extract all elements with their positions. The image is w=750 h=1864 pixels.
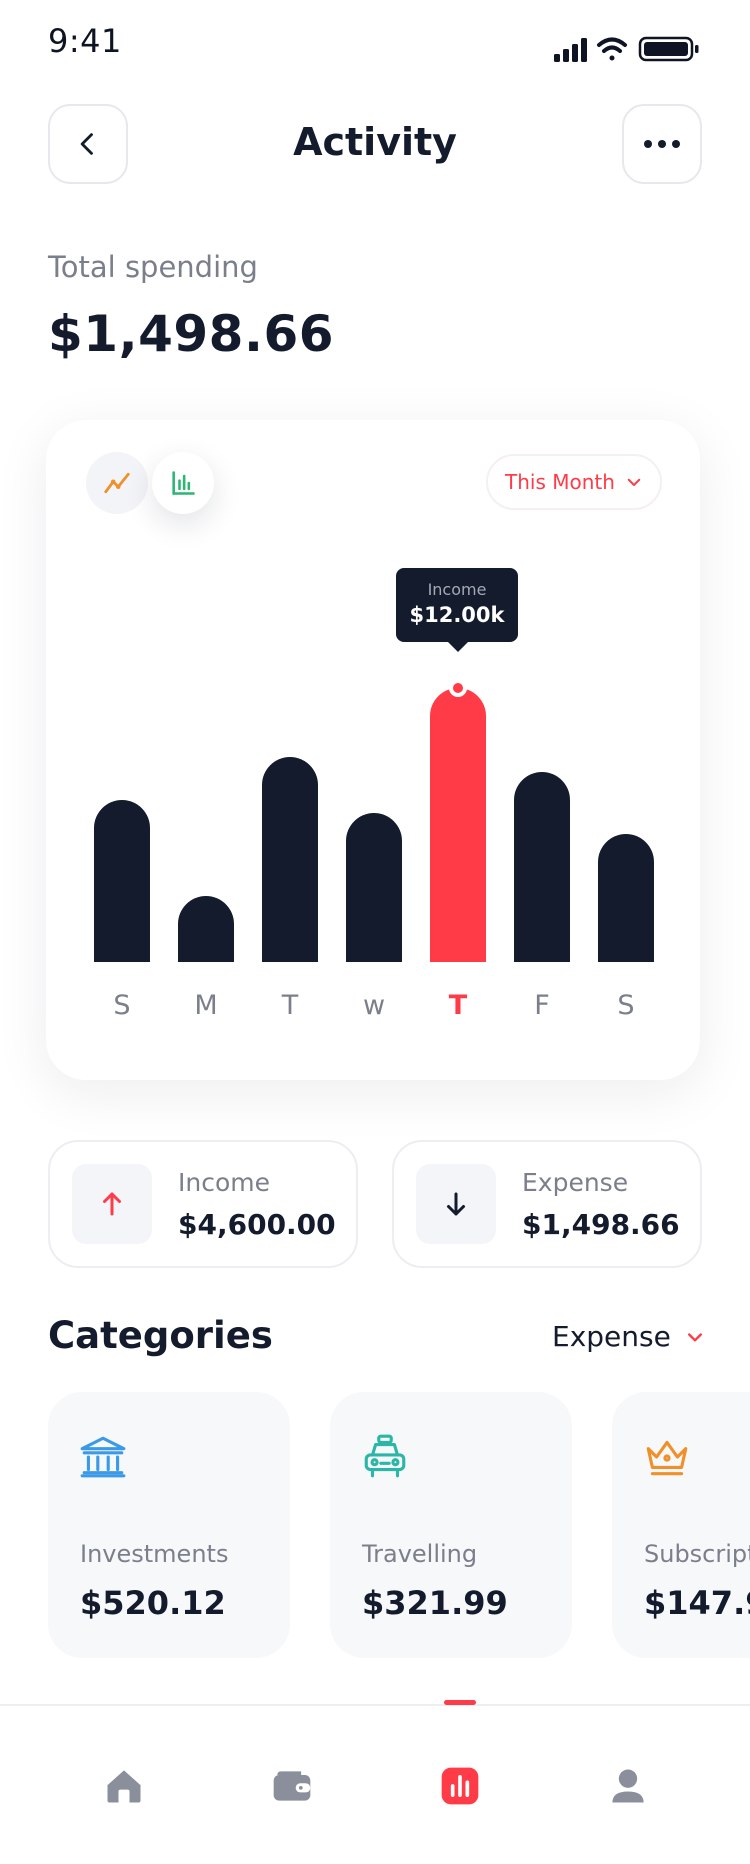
category-value: $147.99 — [644, 1584, 750, 1622]
category-card-travelling[interactable]: Travelling $321.99 — [330, 1392, 572, 1658]
category-card-subscriptions[interactable]: Subscriptions $147.99 — [612, 1392, 750, 1658]
arrow-up-icon — [103, 1192, 121, 1216]
battery-icon — [638, 36, 699, 62]
category-label: Subscriptions — [644, 1540, 750, 1568]
category-label: Travelling — [362, 1540, 478, 1568]
more-options-button[interactable] — [622, 104, 702, 184]
chart-bar[interactable] — [346, 813, 402, 962]
categories-title: Categories — [48, 1314, 273, 1357]
chart-highlight-dot — [449, 679, 467, 697]
total-spending-label: Total spending — [48, 250, 258, 284]
nav-profile[interactable] — [604, 1762, 652, 1810]
activity-chart-icon — [441, 1767, 479, 1805]
income-label: Income — [178, 1168, 270, 1197]
day-labels: S M Tw T F S — [46, 990, 700, 1030]
bank-icon — [80, 1436, 126, 1478]
tooltip-value: $12.00k — [409, 603, 505, 627]
chart-tooltip: Income $12.00k — [396, 568, 518, 642]
income-card[interactable]: Income $4,600.00 — [48, 1140, 358, 1268]
bar-chart — [94, 679, 654, 962]
profile-icon — [612, 1769, 644, 1803]
chart-bar-highlighted[interactable] — [430, 688, 486, 962]
expense-card[interactable]: Expense $1,498.66 — [392, 1140, 702, 1268]
nav-home[interactable] — [100, 1762, 148, 1810]
category-value: $321.99 — [362, 1584, 508, 1622]
nav-activity[interactable] — [436, 1762, 484, 1810]
chart-bar[interactable] — [514, 772, 570, 962]
active-tab-indicator — [444, 1700, 476, 1705]
signal-icon — [554, 38, 587, 62]
wifi-icon — [597, 37, 627, 61]
category-value: $520.12 — [80, 1584, 226, 1622]
crown-icon — [646, 1440, 688, 1476]
home-icon — [107, 1770, 141, 1803]
chart-bar[interactable] — [598, 834, 654, 962]
categories-filter-label: Expense — [552, 1320, 671, 1353]
chart-bar[interactable] — [94, 800, 150, 962]
car-icon — [364, 1434, 406, 1478]
wallet-icon — [273, 1771, 311, 1801]
categories-filter-dropdown[interactable]: Expense — [552, 1320, 705, 1353]
category-card-investments[interactable]: Investments $520.12 — [48, 1392, 290, 1658]
expense-value: $1,498.66 — [522, 1208, 680, 1241]
tooltip-label: Income — [427, 580, 487, 599]
tooltip-pointer — [446, 640, 470, 652]
income-value: $4,600.00 — [178, 1208, 336, 1241]
chevron-down-icon — [687, 1332, 702, 1341]
arrow-down-icon — [447, 1192, 465, 1216]
total-spending-value: $1,498.66 — [48, 305, 335, 363]
day-label: S — [113, 990, 131, 1021]
bottom-nav-divider — [0, 1704, 750, 1706]
day-label: w — [362, 990, 386, 1021]
status-time: 9:41 — [48, 22, 122, 60]
category-label: Investments — [80, 1540, 229, 1568]
day-label: T — [281, 990, 299, 1021]
income-icon-box — [72, 1164, 152, 1244]
more-horizontal-icon — [644, 140, 680, 148]
expense-icon-box — [416, 1164, 496, 1244]
expense-label: Expense — [522, 1168, 629, 1197]
day-label: S — [617, 990, 635, 1021]
day-label: M — [194, 990, 218, 1021]
day-label: T — [448, 990, 468, 1021]
nav-wallet[interactable] — [268, 1762, 316, 1810]
status-icons — [554, 36, 699, 62]
day-label: F — [534, 990, 550, 1021]
chart-bar[interactable] — [262, 757, 318, 962]
chart-bar[interactable] — [178, 896, 234, 962]
